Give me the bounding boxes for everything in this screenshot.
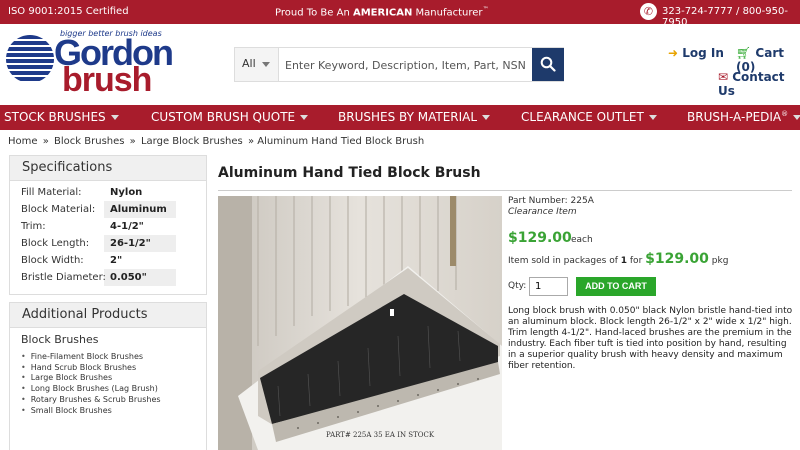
price-unit-label: each	[571, 235, 593, 245]
photo-caption: PART# 225A 35 EA IN STOCK	[326, 431, 435, 439]
product-description: Long block brush with 0.050" black Nylon…	[508, 306, 793, 371]
specifications-panel: Specifications Fill Material: Nylon Block…	[9, 155, 207, 295]
package-pricing: Item sold in packages of 1 for $129.00 p…	[508, 251, 729, 267]
breadcrumb-separator: »	[129, 136, 136, 147]
cart-icon: 🛒︎	[736, 46, 752, 60]
breadcrumb-current: » Aluminum Hand Tied Block Brush	[247, 136, 425, 147]
main-nav: STOCK BRUSHES CUSTOM BRUSH QUOTE BRUSHES…	[0, 105, 800, 130]
list-item[interactable]: Fine-Filament Block Brushes	[21, 352, 161, 363]
list-item[interactable]: Long Block Brushes (Lag Brush)	[21, 384, 161, 395]
part-number: Part Number: 225A	[508, 196, 594, 206]
breadcrumb-home[interactable]: Home	[8, 136, 38, 147]
spec-row: Block Length: 26-1/2"	[10, 235, 206, 252]
logo-word-brush: brush	[62, 61, 152, 99]
product-image[interactable]: PART# 225A 35 EA IN STOCK	[218, 196, 502, 450]
chevron-down-icon	[300, 115, 309, 120]
logo-globe-icon	[6, 35, 54, 83]
search-category-select[interactable]: All	[235, 48, 279, 81]
product-photo	[218, 196, 502, 450]
search-bar: All	[234, 47, 564, 82]
chevron-down-icon	[261, 61, 270, 67]
chevron-down-icon	[793, 115, 800, 120]
additional-products-title: Additional Products	[10, 303, 206, 328]
chevron-down-icon	[482, 115, 491, 120]
add-to-cart-button[interactable]: ADD TO CART	[576, 277, 656, 296]
additional-products-category[interactable]: Block Brushes	[21, 333, 99, 346]
spec-row: Block Width: 2"	[21, 255, 123, 266]
additional-products-list: Fine-Filament Block Brushes Hand Scrub B…	[21, 352, 161, 416]
gordon-brush-logo[interactable]: bigger better brush ideas Gordon brush	[6, 29, 182, 97]
additional-products-panel: Additional Products Block Brushes Fine-F…	[9, 302, 207, 450]
list-item[interactable]: Large Block Brushes	[21, 373, 161, 384]
nav-brushes-by-material[interactable]: BRUSHES BY MATERIAL	[338, 110, 491, 124]
iso-certification: ISO 9001:2015 Certified	[8, 6, 129, 17]
list-item[interactable]: Rotary Brushes & Scrub Brushes	[21, 395, 161, 406]
chevron-down-icon	[110, 115, 119, 120]
breadcrumb-block-brushes[interactable]: Block Brushes	[54, 136, 124, 147]
phone-numbers[interactable]: 323-724-7777 / 800-950-7950	[662, 6, 800, 28]
page-title: Aluminum Hand Tied Block Brush	[218, 165, 481, 181]
clearance-status: Clearance Item	[508, 207, 577, 217]
spec-row: Fill Material: Nylon	[21, 187, 143, 198]
spec-row: Block Material: Aluminum	[10, 201, 206, 218]
divider	[218, 190, 792, 191]
spec-row: Trim: 4-1/2"	[21, 221, 144, 232]
quantity-input[interactable]	[529, 277, 568, 296]
nav-stock-brushes[interactable]: STOCK BRUSHES	[4, 110, 119, 124]
list-item[interactable]: Small Block Brushes	[21, 406, 161, 417]
list-item[interactable]: Hand Scrub Block Brushes	[21, 363, 161, 374]
login-icon: ➜	[668, 46, 679, 60]
proud-american-banner: Proud To Be An AMERICAN Manufacturer™	[275, 6, 489, 19]
chevron-down-icon	[648, 115, 657, 120]
breadcrumb-large-block-brushes[interactable]: Large Block Brushes	[141, 136, 243, 147]
phone-icon: ✆	[640, 3, 657, 20]
envelope-icon: ✉	[718, 70, 729, 84]
unit-price: $129.00	[508, 230, 572, 246]
search-icon	[540, 56, 556, 72]
spec-row: Bristle Diameter: 0.050"	[10, 269, 206, 286]
breadcrumb-separator: »	[42, 136, 49, 147]
nav-brush-a-pedia[interactable]: BRUSH-A-PEDIA®	[687, 110, 800, 124]
login-link[interactable]: ➜ Log In	[668, 46, 724, 60]
nav-clearance-outlet[interactable]: CLEARANCE OUTLET	[521, 110, 657, 124]
top-bar: ISO 9001:2015 Certified Proud To Be An A…	[0, 0, 800, 28]
quantity-label: Qty:	[508, 281, 527, 291]
specifications-title: Specifications	[10, 156, 206, 181]
search-input[interactable]	[285, 56, 525, 74]
contact-link[interactable]: ✉ Contact Us	[718, 70, 800, 98]
search-button[interactable]	[532, 48, 564, 81]
nav-custom-brush-quote[interactable]: CUSTOM BRUSH QUOTE	[151, 110, 309, 124]
breadcrumb: Home » Block Brushes » Large Block Brush…	[8, 136, 426, 147]
